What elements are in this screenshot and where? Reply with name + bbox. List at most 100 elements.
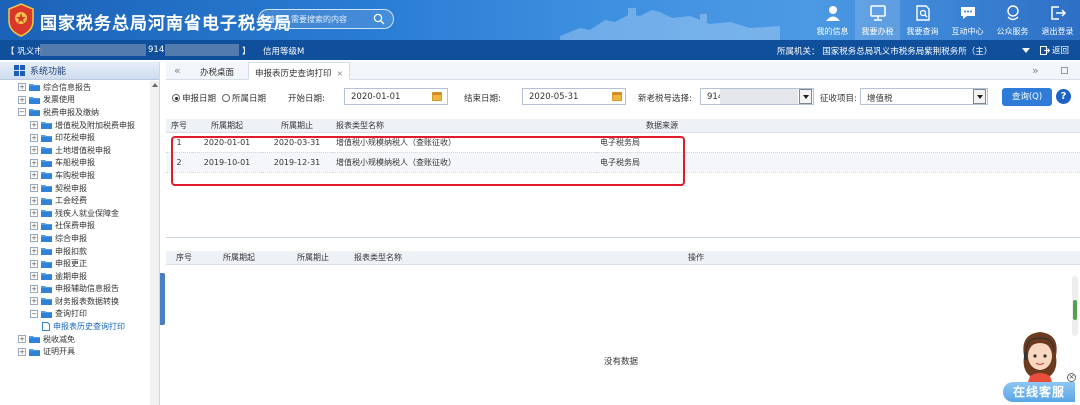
scrollbar-thumb[interactable] <box>1073 300 1077 320</box>
expand-icon[interactable]: + <box>30 196 38 205</box>
levy-item-select[interactable]: 增值税 <box>860 88 988 105</box>
expand-icon[interactable]: + <box>30 158 38 167</box>
sidebar-tree-item[interactable]: + 申报扣款 <box>0 245 150 258</box>
col-index: 序号 <box>166 251 202 265</box>
customer-service-close-icon[interactable]: × <box>1067 373 1076 382</box>
expand-icon[interactable]: + <box>30 297 38 306</box>
expand-icon[interactable]: + <box>18 347 26 356</box>
expand-icon[interactable]: + <box>18 83 26 92</box>
expand-icon[interactable]: + <box>30 247 38 256</box>
nav-query-label: 我要查询 <box>906 27 939 36</box>
expand-icon[interactable]: + <box>30 171 38 180</box>
radio-period-date[interactable]: 所属日期 <box>222 92 266 104</box>
query-button[interactable]: 查询(Q) <box>1002 88 1052 106</box>
expand-icon[interactable]: + <box>30 146 38 155</box>
expand-icon[interactable]: + <box>18 335 26 344</box>
sidebar-header: 系统功能 <box>0 62 159 80</box>
redacted-area <box>165 44 239 56</box>
expand-icon[interactable]: + <box>30 121 38 130</box>
calendar-icon[interactable] <box>432 91 442 101</box>
sidebar-tree-item-label: 税收减免 <box>43 334 75 344</box>
sidebar-tree-item[interactable]: + 证明开具 <box>0 345 150 358</box>
user-icon <box>825 6 840 21</box>
help-icon[interactable]: ? <box>1056 89 1071 104</box>
online-service-button[interactable]: 在线客服 <box>1003 382 1075 402</box>
nav-tax-handling[interactable]: 我要办税 <box>855 0 900 40</box>
sidebar-tree-item[interactable]: + 残疾人就业保障金 <box>0 207 150 220</box>
back-button[interactable]: 返回 <box>1040 44 1069 56</box>
scroll-up-icon[interactable] <box>152 83 158 87</box>
collapse-icon[interactable]: − <box>18 108 26 117</box>
nav-my-info[interactable]: 我的信息 <box>810 0 855 40</box>
panel-divider[interactable] <box>166 237 1080 238</box>
chevron-down-icon[interactable] <box>1022 48 1030 53</box>
radio-dot <box>172 94 180 102</box>
sidebar-tree-item[interactable]: + 土地增值税申报 <box>0 144 150 157</box>
expand-icon[interactable]: + <box>30 184 38 193</box>
expand-icon[interactable]: + <box>30 209 38 218</box>
page-scrollbar[interactable] <box>1072 276 1078 336</box>
credit-level: 信用等级M <box>263 47 305 57</box>
nav-interaction[interactable]: 互动中心 <box>945 0 990 40</box>
tab-scroll-left-icon[interactable]: « <box>174 64 181 77</box>
sidebar-tree-item-label: 证明开具 <box>43 347 75 357</box>
sidebar-tree-item-label: 残疾人就业保障金 <box>55 208 119 218</box>
sidebar-tree-item[interactable]: 申报表历史查询打印 <box>0 320 150 333</box>
sidebar-tree-item[interactable]: − 税费申报及缴纳 <box>0 106 150 119</box>
sidebar-tree-item[interactable]: + 财务报表数据转换 <box>0 295 150 308</box>
search-icon[interactable] <box>373 13 385 25</box>
sidebar-tree-item[interactable]: + 综合申报 <box>0 232 150 245</box>
expand-icon[interactable]: + <box>30 259 38 268</box>
customer-service-avatar-icon[interactable] <box>1014 326 1066 382</box>
levy-item-label: 征收项目: <box>820 94 857 104</box>
tab-history-print[interactable]: 申报表历史查询打印 × <box>248 62 351 80</box>
calendar-icon[interactable] <box>612 91 622 101</box>
nav-logout[interactable]: 退出登录 <box>1035 0 1080 40</box>
sidebar-tree-item[interactable]: + 综合信息报告 <box>0 81 150 94</box>
collapse-icon[interactable]: − <box>30 309 38 318</box>
sidebar-tree-item[interactable]: + 增值税及附加税费申报 <box>0 119 150 132</box>
nav-my-info-label: 我的信息 <box>816 27 849 36</box>
restore-window-icon[interactable] <box>1061 67 1068 74</box>
expand-icon[interactable]: + <box>18 95 26 104</box>
folder-icon <box>29 96 40 104</box>
sidebar-tree-item-label: 财务报表数据转换 <box>55 296 119 306</box>
sidebar-tree-item[interactable]: − 查询打印 <box>0 308 150 321</box>
sidebar-tree-item[interactable]: + 税收减免 <box>0 333 150 346</box>
nav-query[interactable]: 我要查询 <box>900 0 945 40</box>
col-period-start: 所属期起 <box>192 119 262 133</box>
sidebar-tree-item[interactable]: + 印花税申报 <box>0 131 150 144</box>
levy-dropdown-button[interactable] <box>973 89 986 104</box>
tab-tax-desktop[interactable]: 办税桌面 <box>194 62 240 80</box>
expand-icon[interactable]: + <box>30 284 38 293</box>
expand-icon[interactable]: + <box>30 234 38 243</box>
sidebar-tree-item[interactable]: + 申报更正 <box>0 257 150 270</box>
sidebar-tree-item[interactable]: + 车船税申报 <box>0 157 150 170</box>
header-search-box[interactable] <box>258 9 394 29</box>
folder-icon <box>41 222 52 230</box>
tab-scroll-right-icon[interactable]: » <box>1032 64 1039 77</box>
folder-icon <box>29 109 40 117</box>
sidebar-title: 系统功能 <box>30 67 67 77</box>
sidebar-tree-item[interactable]: + 车购税申报 <box>0 169 150 182</box>
function-tree: + 综合信息报告 + 发票使用 − 税费申报及缴纳 + 增值税及附加税费申报 + 印花税申报 + 土地… <box>0 81 150 358</box>
radio-declare-date[interactable]: 申报日期 <box>172 92 216 104</box>
expand-icon[interactable]: + <box>30 221 38 230</box>
expand-icon[interactable]: + <box>30 133 38 142</box>
sidebar-tree-item[interactable]: + 逾期申报 <box>0 270 150 283</box>
sidebar-tree-item[interactable]: + 工会经费 <box>0 194 150 207</box>
sidebar-tree-item[interactable]: + 契税申报 <box>0 182 150 195</box>
sidebar-collapse-handle[interactable] <box>160 273 165 325</box>
sidebar-tree-item[interactable]: + 社保费申报 <box>0 220 150 233</box>
taxid-dropdown-button[interactable] <box>799 89 812 104</box>
sidebar-scrollbar[interactable] <box>150 81 159 405</box>
expand-icon[interactable]: + <box>30 272 38 281</box>
sidebar-tree-item[interactable]: + 发票使用 <box>0 94 150 107</box>
sidebar-tree-item[interactable]: + 申报辅助信息报告 <box>0 283 150 296</box>
header-search-input[interactable] <box>267 12 367 27</box>
folder-icon <box>41 235 52 243</box>
tab-close-icon[interactable]: × <box>337 69 344 78</box>
end-date-input[interactable]: 2020-05-31 <box>522 88 626 105</box>
nav-public-service[interactable]: 公众服务 <box>990 0 1035 40</box>
redacted-area <box>720 89 798 104</box>
